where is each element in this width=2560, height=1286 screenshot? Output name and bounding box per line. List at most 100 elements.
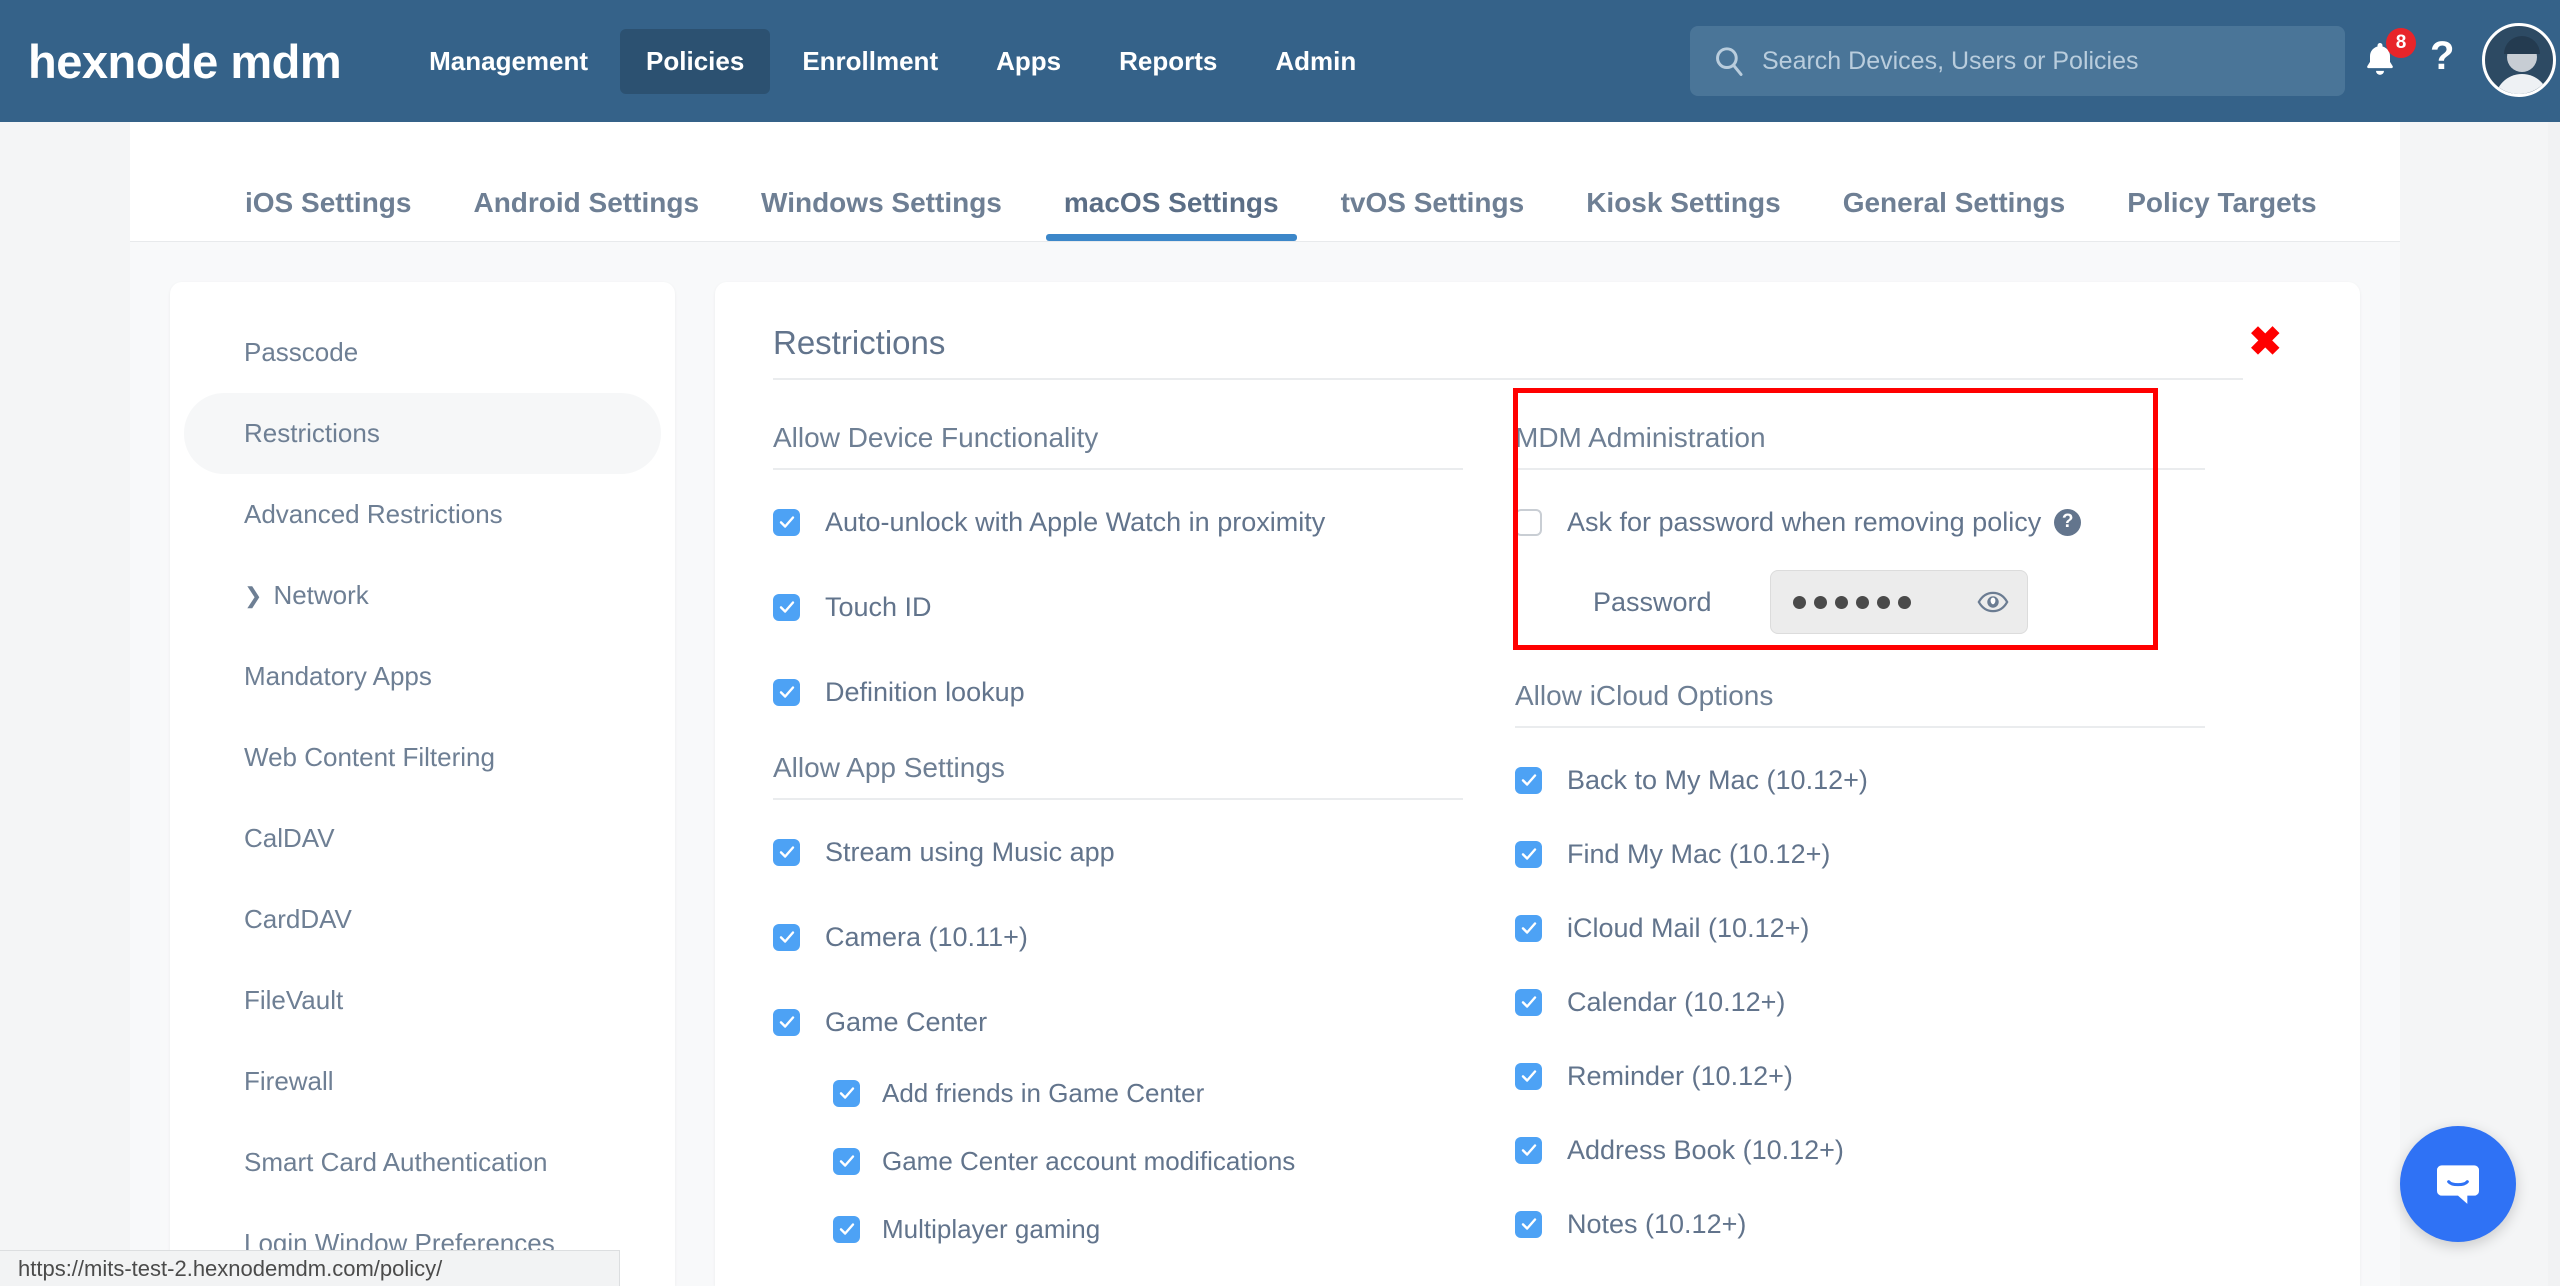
sidebar-item-label: CardDAV [244, 904, 352, 934]
checkbox-row-game-center[interactable]: Game Center [773, 996, 1463, 1048]
nav-item-apps[interactable]: Apps [970, 29, 1087, 94]
checkbox-checked-icon[interactable] [773, 678, 800, 706]
checkbox-row-back-to-my-mac[interactable]: Back to My Mac (10.12+) [1515, 754, 2205, 806]
page-title: Restrictions [773, 324, 946, 361]
tab-tvos-settings[interactable]: tvOS Settings [1323, 187, 1543, 241]
checkbox-label: Camera (10.11+) [825, 921, 1028, 952]
checkbox-row-reminder[interactable]: Reminder (10.12+) [1515, 1050, 2205, 1102]
password-masked-value [1792, 595, 1911, 609]
checkbox-checked-icon[interactable] [773, 593, 800, 621]
page-scrollbar[interactable] [2548, 122, 2560, 1286]
nav-item-policies[interactable]: Policies [620, 28, 771, 94]
help-tooltip-icon[interactable]: ? [2054, 508, 2082, 536]
checkbox-row-stream-using-music-app[interactable]: Stream using Music app [773, 826, 1463, 878]
password-label: Password [1593, 586, 1712, 617]
tab-general-settings[interactable]: General Settings [1825, 187, 2084, 241]
help-icon[interactable]: ? [2430, 34, 2454, 79]
tab-kiosk-settings[interactable]: Kiosk Settings [1568, 187, 1798, 241]
checkbox-checked-icon[interactable] [1515, 1136, 1542, 1164]
nav-item-management[interactable]: Management [403, 29, 614, 94]
sidebar-item-caldav[interactable]: CalDAV [184, 798, 661, 879]
avatar-hair [2504, 36, 2540, 54]
checkbox-label: Stream using Music app [825, 836, 1115, 867]
checkbox-label: Reminder (10.12+) [1567, 1060, 1793, 1091]
eye-icon[interactable] [1977, 590, 2009, 614]
nav-item-reports[interactable]: Reports [1093, 29, 1243, 94]
sidebar-item-label: Web Content Filtering [244, 742, 495, 772]
sidebar-item-smart-card-authentication[interactable]: Smart Card Authentication [184, 1122, 661, 1203]
checkbox-label: iCloud Mail (10.12+) [1567, 912, 1810, 943]
sidebar-item-web-content-filtering[interactable]: Web Content Filtering [184, 717, 661, 798]
checkbox-row-game-center-account-modifications[interactable]: Game Center account modifications [773, 1138, 1463, 1184]
checkbox-checked-icon[interactable] [773, 838, 800, 866]
sidebar-item-passcode[interactable]: Passcode [184, 312, 661, 393]
tab-ios-settings[interactable]: iOS Settings [227, 187, 429, 241]
checkbox-checked-icon[interactable] [1515, 766, 1542, 794]
checkbox-unchecked-icon[interactable] [1515, 508, 1542, 536]
tab-android-settings[interactable]: Android Settings [455, 187, 717, 241]
chat-launcher-button[interactable] [2400, 1126, 2516, 1242]
tab-windows-settings[interactable]: Windows Settings [743, 187, 1020, 241]
checkbox-checked-icon[interactable] [773, 923, 800, 951]
checkbox-checked-icon[interactable] [1515, 1210, 1542, 1238]
sidebar-item-network[interactable]: ❯ Network [184, 555, 661, 636]
sidebar-item-advanced-restrictions[interactable]: Advanced Restrictions [184, 474, 661, 555]
title-divider [773, 378, 2243, 380]
section-header-allow-device-functionality: Allow Device Functionality [773, 422, 1463, 470]
checkbox-checked-icon[interactable] [773, 1008, 800, 1036]
checkbox-label: Game Center account modifications [882, 1145, 1296, 1176]
close-icon[interactable]: ✖ [2248, 322, 2282, 362]
app-logo[interactable]: hexnode mdm [28, 34, 342, 89]
checkbox-row-touch-id[interactable]: Touch ID [773, 581, 1463, 633]
checkbox-label: Multiplayer gaming [882, 1213, 1101, 1244]
password-row: Password [1515, 570, 2205, 634]
chevron-right-icon: ❯ [244, 582, 263, 608]
checkbox-label: Back to My Mac (10.12+) [1567, 764, 1868, 795]
sidebar-item-filevault[interactable]: FileVault [184, 960, 661, 1041]
checkbox-row-icloud-mail[interactable]: iCloud Mail (10.12+) [1515, 902, 2205, 954]
chat-bubble-icon [2437, 1165, 2479, 1204]
checkbox-checked-icon[interactable] [1515, 914, 1542, 942]
checkbox-label: Add friends in Game Center [882, 1077, 1205, 1108]
checkbox-checked-icon[interactable] [1515, 840, 1542, 868]
checkbox-checked-icon[interactable] [1515, 1062, 1542, 1090]
notification-badge: 8 [2386, 28, 2416, 58]
tab-policy-targets[interactable]: Policy Targets [2109, 187, 2334, 241]
checkbox-checked-icon[interactable] [833, 1079, 860, 1107]
avatar[interactable] [2482, 23, 2556, 97]
checkbox-row-find-my-mac[interactable]: Find My Mac (10.12+) [1515, 828, 2205, 880]
tab-macos-settings[interactable]: macOS Settings [1045, 187, 1297, 241]
sidebar-item-carddav[interactable]: CardDAV [184, 879, 661, 960]
checkbox-row-definition-lookup[interactable]: Definition lookup [773, 666, 1463, 718]
checkbox-row-ask-for-password-when-removing-policy[interactable]: Ask for password when removing policy ? [1515, 496, 2205, 548]
checkbox-row-add-friends-in-game-center[interactable]: Add friends in Game Center [773, 1070, 1463, 1116]
checkbox-label: Auto-unlock with Apple Watch in proximit… [825, 506, 1326, 537]
nav-item-enrollment[interactable]: Enrollment [776, 29, 964, 94]
checkbox-row-camera[interactable]: Camera (10.11+) [773, 911, 1463, 963]
sidebar-item-label: Firewall [244, 1066, 334, 1096]
checkbox-label: Notes (10.12+) [1567, 1208, 1747, 1239]
notifications-button[interactable]: 8 [2360, 28, 2416, 86]
nav-item-admin[interactable]: Admin [1249, 29, 1382, 94]
checkbox-checked-icon[interactable] [1515, 988, 1542, 1016]
search-input[interactable] [1762, 46, 2282, 76]
sidebar-item-label: Advanced Restrictions [244, 499, 503, 529]
checkbox-row-notes[interactable]: Notes (10.12+) [1515, 1198, 2205, 1250]
restrictions-left-column: Allow Device Functionality Auto-unlock w… [773, 422, 1463, 1286]
sidebar-item-mandatory-apps[interactable]: Mandatory Apps [184, 636, 661, 717]
sidebar-item-restrictions[interactable]: Restrictions [184, 393, 661, 474]
restrictions-panel: Restrictions ✖ Allow Device Functionalit… [715, 282, 2360, 1286]
status-bar-url: https://mits-test-2.hexnodemdm.com/polic… [18, 1255, 443, 1281]
checkbox-row-calendar[interactable]: Calendar (10.12+) [1515, 976, 2205, 1028]
checkbox-checked-icon[interactable] [773, 508, 800, 536]
checkbox-row-address-book[interactable]: Address Book (10.12+) [1515, 1124, 2205, 1176]
main-nav-menu: Management Policies Enrollment Apps Repo… [403, 28, 1382, 94]
checkbox-checked-icon[interactable] [833, 1215, 860, 1243]
checkbox-row-auto-unlock-apple-watch[interactable]: Auto-unlock with Apple Watch in proximit… [773, 496, 1463, 548]
checkbox-checked-icon[interactable] [833, 1147, 860, 1175]
global-search[interactable] [1690, 26, 2345, 96]
checkbox-label: Address Book (10.12+) [1567, 1134, 1844, 1165]
password-field[interactable] [1769, 570, 2028, 634]
checkbox-row-multiplayer-gaming[interactable]: Multiplayer gaming [773, 1206, 1463, 1252]
sidebar-item-firewall[interactable]: Firewall [184, 1041, 661, 1122]
